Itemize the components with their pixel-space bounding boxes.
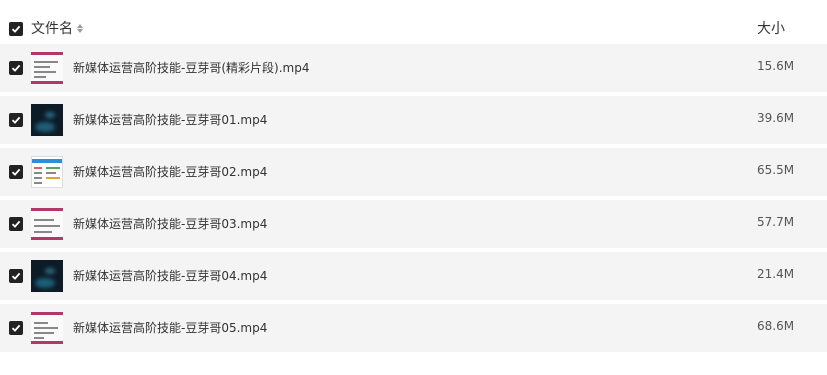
check-icon <box>11 25 21 33</box>
check-icon <box>11 168 21 176</box>
file-row[interactable]: 新媒体运营高阶技能-豆芽哥(精彩片段).mp4 15.6M <box>0 44 827 92</box>
check-icon <box>11 116 21 124</box>
file-list-header: 文件名 大小 <box>0 0 827 44</box>
file-size: 65.5M <box>757 163 795 177</box>
file-list: 新媒体运营高阶技能-豆芽哥(精彩片段).mp4 15.6M 新媒体运营高阶技能-… <box>0 44 827 356</box>
video-thumbnail <box>31 156 63 188</box>
check-icon <box>11 64 21 72</box>
sort-icon[interactable] <box>77 23 83 33</box>
file-size: 21.4M <box>757 267 795 281</box>
file-row[interactable]: 新媒体运营高阶技能-豆芽哥03.mp4 57.7M <box>0 200 827 248</box>
check-icon <box>11 220 21 228</box>
size-column-header: 大小 <box>757 21 785 37</box>
file-checkbox[interactable] <box>9 113 23 127</box>
file-name[interactable]: 新媒体运营高阶技能-豆芽哥(精彩片段).mp4 <box>73 59 309 76</box>
file-row[interactable]: 新媒体运营高阶技能-豆芽哥04.mp4 21.4M <box>0 252 827 300</box>
video-thumbnail <box>31 208 63 240</box>
check-icon <box>11 324 21 332</box>
file-size: 68.6M <box>757 319 795 333</box>
check-icon <box>11 272 21 280</box>
file-checkbox[interactable] <box>9 165 23 179</box>
video-thumbnail <box>31 312 63 344</box>
file-row[interactable]: 新媒体运营高阶技能-豆芽哥01.mp4 39.6M <box>0 96 827 144</box>
file-row[interactable]: 新媒体运营高阶技能-豆芽哥05.mp4 68.6M <box>0 304 827 352</box>
file-name[interactable]: 新媒体运营高阶技能-豆芽哥05.mp4 <box>73 319 267 336</box>
file-checkbox[interactable] <box>9 269 23 283</box>
file-size: 57.7M <box>757 215 795 229</box>
file-checkbox[interactable] <box>9 321 23 335</box>
file-name[interactable]: 新媒体运营高阶技能-豆芽哥02.mp4 <box>73 163 267 180</box>
video-thumbnail <box>31 52 63 84</box>
file-checkbox[interactable] <box>9 217 23 231</box>
file-row[interactable]: 新媒体运营高阶技能-豆芽哥02.mp4 65.5M <box>0 148 827 196</box>
file-checkbox[interactable] <box>9 61 23 75</box>
file-name[interactable]: 新媒体运营高阶技能-豆芽哥04.mp4 <box>73 267 267 284</box>
select-all-checkbox[interactable] <box>9 22 23 36</box>
name-column-label: 文件名 <box>31 21 73 37</box>
name-column-header[interactable]: 文件名 <box>31 18 83 38</box>
file-size: 15.6M <box>757 59 795 73</box>
file-name[interactable]: 新媒体运营高阶技能-豆芽哥03.mp4 <box>73 215 267 232</box>
file-name[interactable]: 新媒体运营高阶技能-豆芽哥01.mp4 <box>73 111 267 128</box>
video-thumbnail <box>31 260 63 292</box>
file-size: 39.6M <box>757 111 795 125</box>
video-thumbnail <box>31 104 63 136</box>
